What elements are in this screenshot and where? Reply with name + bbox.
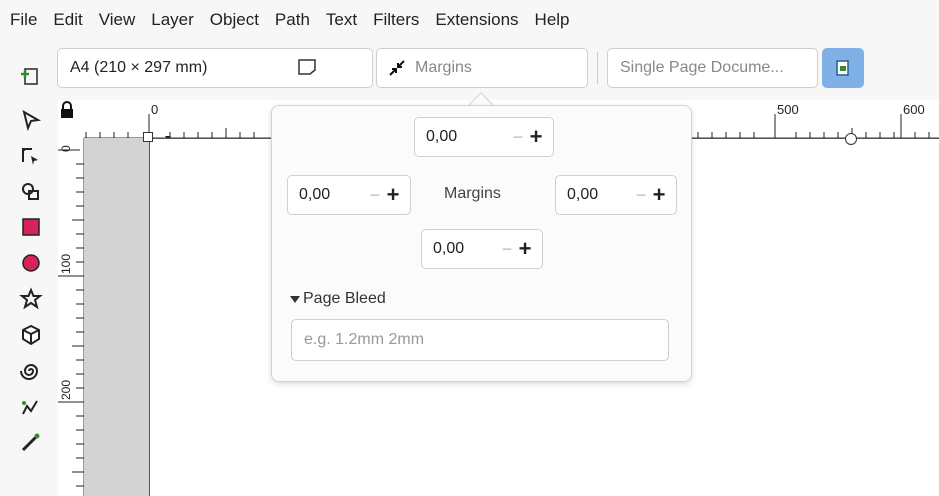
box3d-icon[interactable] — [18, 322, 44, 348]
move-objects-button[interactable] — [822, 48, 864, 88]
margin-left-spinbox[interactable]: 0,00 − + — [287, 175, 411, 215]
margin-bottom-spinbox[interactable]: 0,00 − + — [421, 229, 543, 269]
margin-bottom-value[interactable]: 0,00 — [422, 240, 506, 258]
selector-icon[interactable] — [18, 108, 44, 134]
toolbox — [0, 100, 44, 496]
margins-button-label: Margins — [415, 59, 472, 76]
menu-edit[interactable]: Edit — [53, 10, 82, 30]
page-label-placeholder: Single Page Docume... — [620, 59, 784, 76]
page-bleed-input[interactable]: e.g. 1.2mm 2mm — [291, 319, 669, 361]
margin-bottom-decrement[interactable]: − — [500, 238, 514, 260]
margin-top-value[interactable]: 0,00 — [415, 128, 499, 146]
page-label-input[interactable]: Single Page Docume... — [607, 48, 818, 88]
margin-right-decrement[interactable]: − — [634, 184, 648, 206]
vertical-ruler-label-0: 0 — [59, 145, 73, 152]
new-page-icon[interactable] — [18, 64, 42, 88]
spiral-icon[interactable] — [18, 358, 44, 384]
margin-bottom-increment[interactable]: + — [516, 236, 534, 262]
margins-arrows-icon — [389, 60, 405, 76]
vertical-ruler-ticks: 0 100 200 — [58, 145, 84, 487]
menu-filters[interactable]: Filters — [373, 10, 419, 30]
menu-object[interactable]: Object — [210, 10, 259, 30]
margin-top-spinbox[interactable]: 0,00 − + — [414, 117, 554, 157]
page-bleed-label: Page Bleed — [303, 290, 386, 307]
menu-text[interactable]: Text — [326, 10, 357, 30]
page-bleed-placeholder: e.g. 1.2mm 2mm — [304, 331, 425, 348]
page-size-value: A4 (210 × 297 mm) — [70, 59, 208, 76]
page-border-left — [149, 138, 150, 496]
menu-view[interactable]: View — [99, 10, 136, 30]
page-corner-handle[interactable] — [143, 132, 153, 142]
menu-bar: File Edit View Layer Object Path Text Fi… — [0, 0, 939, 40]
margins-center-label: Margins — [444, 185, 501, 202]
pencil-icon[interactable] — [18, 394, 44, 420]
vertical-ruler[interactable]: 0 100 200 — [58, 138, 84, 496]
page-bleed-expander[interactable]: Page Bleed — [290, 290, 386, 308]
margin-left-increment[interactable]: + — [384, 182, 402, 208]
margin-right-value[interactable]: 0,00 — [556, 186, 640, 204]
margin-left-value[interactable]: 0,00 — [288, 186, 372, 204]
lock-icon — [61, 101, 73, 118]
menu-file[interactable]: File — [10, 10, 37, 30]
node-icon[interactable] — [18, 144, 44, 170]
ruler-label-600: 600 — [903, 102, 925, 117]
menu-help[interactable]: Help — [535, 10, 570, 30]
star-icon[interactable] — [18, 286, 44, 312]
tweak-icon[interactable] — [18, 178, 44, 204]
toolbar-divider — [597, 52, 598, 84]
menu-path[interactable]: Path — [275, 10, 310, 30]
expander-triangle-icon — [290, 295, 300, 303]
page-rotate-handle[interactable] — [845, 133, 857, 145]
ruler-label-0: 0 — [151, 102, 159, 117]
menu-extensions[interactable]: Extensions — [435, 10, 518, 30]
ruler-label-500: 500 — [777, 102, 799, 117]
margin-top-increment[interactable]: + — [527, 124, 545, 150]
margin-right-spinbox[interactable]: 0,00 − + — [555, 175, 677, 215]
desk-area[interactable] — [84, 138, 149, 496]
margin-top-decrement[interactable]: − — [511, 126, 525, 148]
vertical-ruler-label-200: 200 — [59, 380, 73, 400]
guide-lock[interactable] — [58, 100, 84, 138]
rectangle-icon[interactable] — [18, 214, 44, 240]
ellipse-icon[interactable] — [18, 250, 44, 276]
page-size-combo[interactable]: A4 (210 × 297 mm) — [57, 48, 407, 88]
calligraphy-icon[interactable] — [18, 430, 44, 456]
margins-button[interactable]: Margins — [376, 48, 588, 88]
menu-layer[interactable]: Layer — [151, 10, 194, 30]
vertical-ruler-label-100: 100 — [59, 254, 73, 274]
margin-left-decrement[interactable]: − — [368, 184, 382, 206]
move-objects-icon — [836, 60, 849, 76]
page-orientation-icon[interactable] — [298, 59, 316, 75]
margin-right-increment[interactable]: + — [650, 182, 668, 208]
